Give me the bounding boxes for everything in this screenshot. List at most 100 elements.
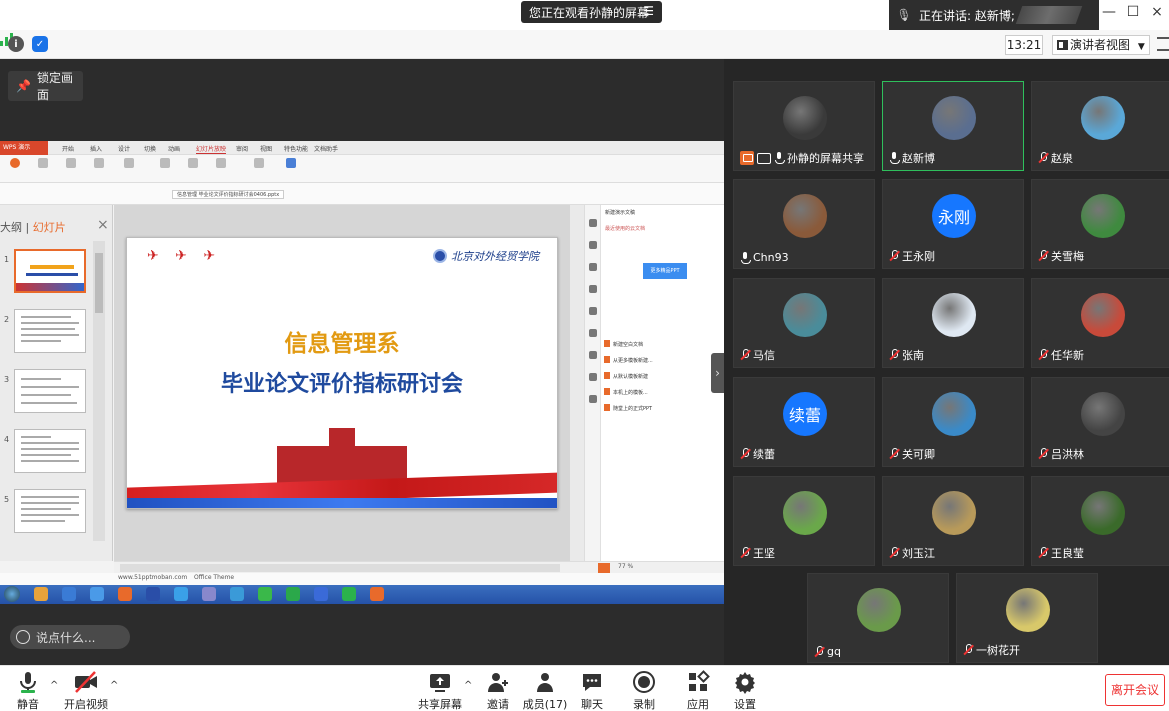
wps-tab[interactable]: 切换: [144, 144, 156, 153]
rehearse-icon[interactable]: [188, 158, 198, 168]
style-icon[interactable]: [589, 241, 597, 249]
slide-thumbnail[interactable]: [14, 369, 86, 413]
emoji-icon[interactable]: [16, 630, 30, 644]
presenter-icon[interactable]: [216, 158, 226, 168]
phone-remote-icon[interactable]: [286, 158, 296, 168]
participant-tile[interactable]: 马信: [733, 278, 875, 368]
slide-thumbnail[interactable]: [14, 309, 86, 353]
slides-tab[interactable]: 幻灯片: [33, 221, 66, 234]
participant-tile[interactable]: 永刚 王永刚: [882, 179, 1024, 269]
app-icon[interactable]: [118, 587, 132, 601]
app-icon[interactable]: [370, 587, 384, 601]
signal-icon[interactable]: [0, 30, 1169, 46]
chevron-up-icon[interactable]: ^: [464, 680, 472, 691]
task-pane-item[interactable]: 从默认模板新建: [603, 372, 648, 380]
menu-icon[interactable]: ☰: [643, 4, 654, 18]
participant-tile[interactable]: 一树花开: [956, 573, 1098, 663]
close-icon[interactable]: ×: [97, 217, 109, 233]
participant-tile[interactable]: Chn93: [733, 179, 875, 269]
record-button[interactable]: 录制: [622, 670, 666, 711]
participant-tile[interactable]: gq: [807, 573, 949, 663]
apps-button[interactable]: 应用: [676, 670, 720, 711]
object-icon[interactable]: [589, 307, 597, 315]
slide-shortcut-icon[interactable]: [254, 158, 264, 168]
wps-tab[interactable]: 审阅: [236, 144, 248, 153]
show-setting-icon[interactable]: [124, 158, 134, 168]
participant-tile[interactable]: 王良莹: [1031, 476, 1169, 566]
participant-tile[interactable]: 关雪梅: [1031, 179, 1169, 269]
wps-tab-active[interactable]: 幻灯片放映: [196, 144, 227, 154]
app-icon[interactable]: [230, 587, 244, 601]
video-button[interactable]: 开启视频: [62, 670, 110, 711]
members-button[interactable]: 成员(17): [522, 670, 568, 711]
info-icon[interactable]: i: [8, 36, 24, 52]
viewing-banner[interactable]: 您正在观看孙静的屏幕 ☰: [521, 1, 662, 23]
participant-tile[interactable]: 赵新博: [882, 81, 1024, 171]
wps-tab[interactable]: 文档助手: [314, 144, 338, 153]
fullscreen-icon[interactable]: [1157, 37, 1169, 51]
minimize-icon[interactable]: —: [1097, 4, 1121, 20]
thumbnail-scrollbar[interactable]: [93, 241, 105, 541]
current-slide[interactable]: ✈ ✈ ✈ 北京对外经贸学院 信息管理系 毕业论文评价指标研讨会: [126, 237, 558, 509]
participant-tile[interactable]: 任华新: [1031, 278, 1169, 368]
animation-icon[interactable]: [589, 285, 597, 293]
recent-docs-link[interactable]: 最近使用的云文档: [605, 225, 645, 232]
document-tab[interactable]: 信息管理 毕业论文评价指标研讨会0406.pptx: [172, 190, 285, 199]
app-icon[interactable]: [314, 587, 328, 601]
app-icon[interactable]: [174, 587, 188, 601]
share-screen-button[interactable]: 共享屏幕: [418, 670, 462, 711]
play-from-start-icon[interactable]: [10, 158, 20, 168]
shield-icon[interactable]: ✓: [32, 36, 48, 52]
slide-scrollbar[interactable]: [570, 205, 584, 561]
app-icon[interactable]: [342, 587, 356, 601]
outline-tab[interactable]: 大纲: [0, 221, 22, 234]
wps-tab[interactable]: 视图: [260, 144, 272, 153]
leave-meeting-button[interactable]: 离开会议: [1105, 674, 1165, 706]
wps-tab[interactable]: 插入: [90, 144, 102, 153]
participant-tile[interactable]: 孙静的屏幕共享: [733, 81, 875, 171]
app-icon[interactable]: [286, 587, 300, 601]
participant-tile[interactable]: 王坚: [733, 476, 875, 566]
participant-tile[interactable]: 关可卿: [882, 377, 1024, 467]
wps-tab[interactable]: 特色功能: [284, 144, 308, 153]
slide-thumbnail[interactable]: [14, 489, 86, 533]
help-icon[interactable]: [589, 395, 597, 403]
share-icon[interactable]: [589, 351, 597, 359]
app-icon[interactable]: [62, 587, 76, 601]
chat-button[interactable]: 聊天: [570, 670, 614, 711]
more-templates-button[interactable]: 更多精品PPT: [643, 263, 687, 279]
tools-icon[interactable]: [589, 373, 597, 381]
participant-tile[interactable]: 赵泉: [1031, 81, 1169, 171]
slide-thumbnail[interactable]: [14, 249, 86, 293]
invite-button[interactable]: 邀请: [476, 670, 520, 711]
task-pane-item[interactable]: 新建空白文档: [603, 340, 643, 348]
maximize-icon[interactable]: ☐: [1121, 4, 1145, 20]
close-icon[interactable]: ×: [1145, 4, 1169, 20]
comment-input[interactable]: 说点什么...: [10, 625, 130, 649]
chevron-up-icon[interactable]: ^: [50, 680, 58, 691]
meeting-icon[interactable]: [94, 158, 104, 168]
task-pane-item[interactable]: 随堂上的正式PPT: [603, 404, 652, 412]
participant-tile[interactable]: 吕洪林: [1031, 377, 1169, 467]
lock-screen-button[interactable]: 📌 锁定画面: [8, 71, 83, 102]
app-icon[interactable]: [202, 587, 216, 601]
app-icon[interactable]: [258, 587, 272, 601]
participant-tile[interactable]: 张南: [882, 278, 1024, 368]
app-icon[interactable]: [34, 587, 48, 601]
slide-thumbnail[interactable]: [14, 429, 86, 473]
task-pane-item[interactable]: 从更多模板新建...: [604, 356, 653, 364]
settings-button[interactable]: 设置: [723, 670, 767, 711]
app-icon[interactable]: [146, 587, 160, 601]
mute-button[interactable]: 静音: [6, 670, 50, 711]
horizontal-scrollbar[interactable]: [120, 564, 560, 572]
collapse-panel-handle[interactable]: ›: [711, 353, 724, 393]
new-icon[interactable]: [589, 219, 597, 227]
play-icon[interactable]: [598, 563, 610, 573]
shape-icon[interactable]: [589, 263, 597, 271]
custom-show-icon[interactable]: [66, 158, 76, 168]
chevron-up-icon[interactable]: ^: [110, 680, 118, 691]
hide-slide-icon[interactable]: [160, 158, 170, 168]
task-pane-item[interactable]: 本机上的模板...: [604, 388, 648, 396]
play-current-icon[interactable]: [38, 158, 48, 168]
participant-tile[interactable]: 续蕾 续蕾: [733, 377, 875, 467]
